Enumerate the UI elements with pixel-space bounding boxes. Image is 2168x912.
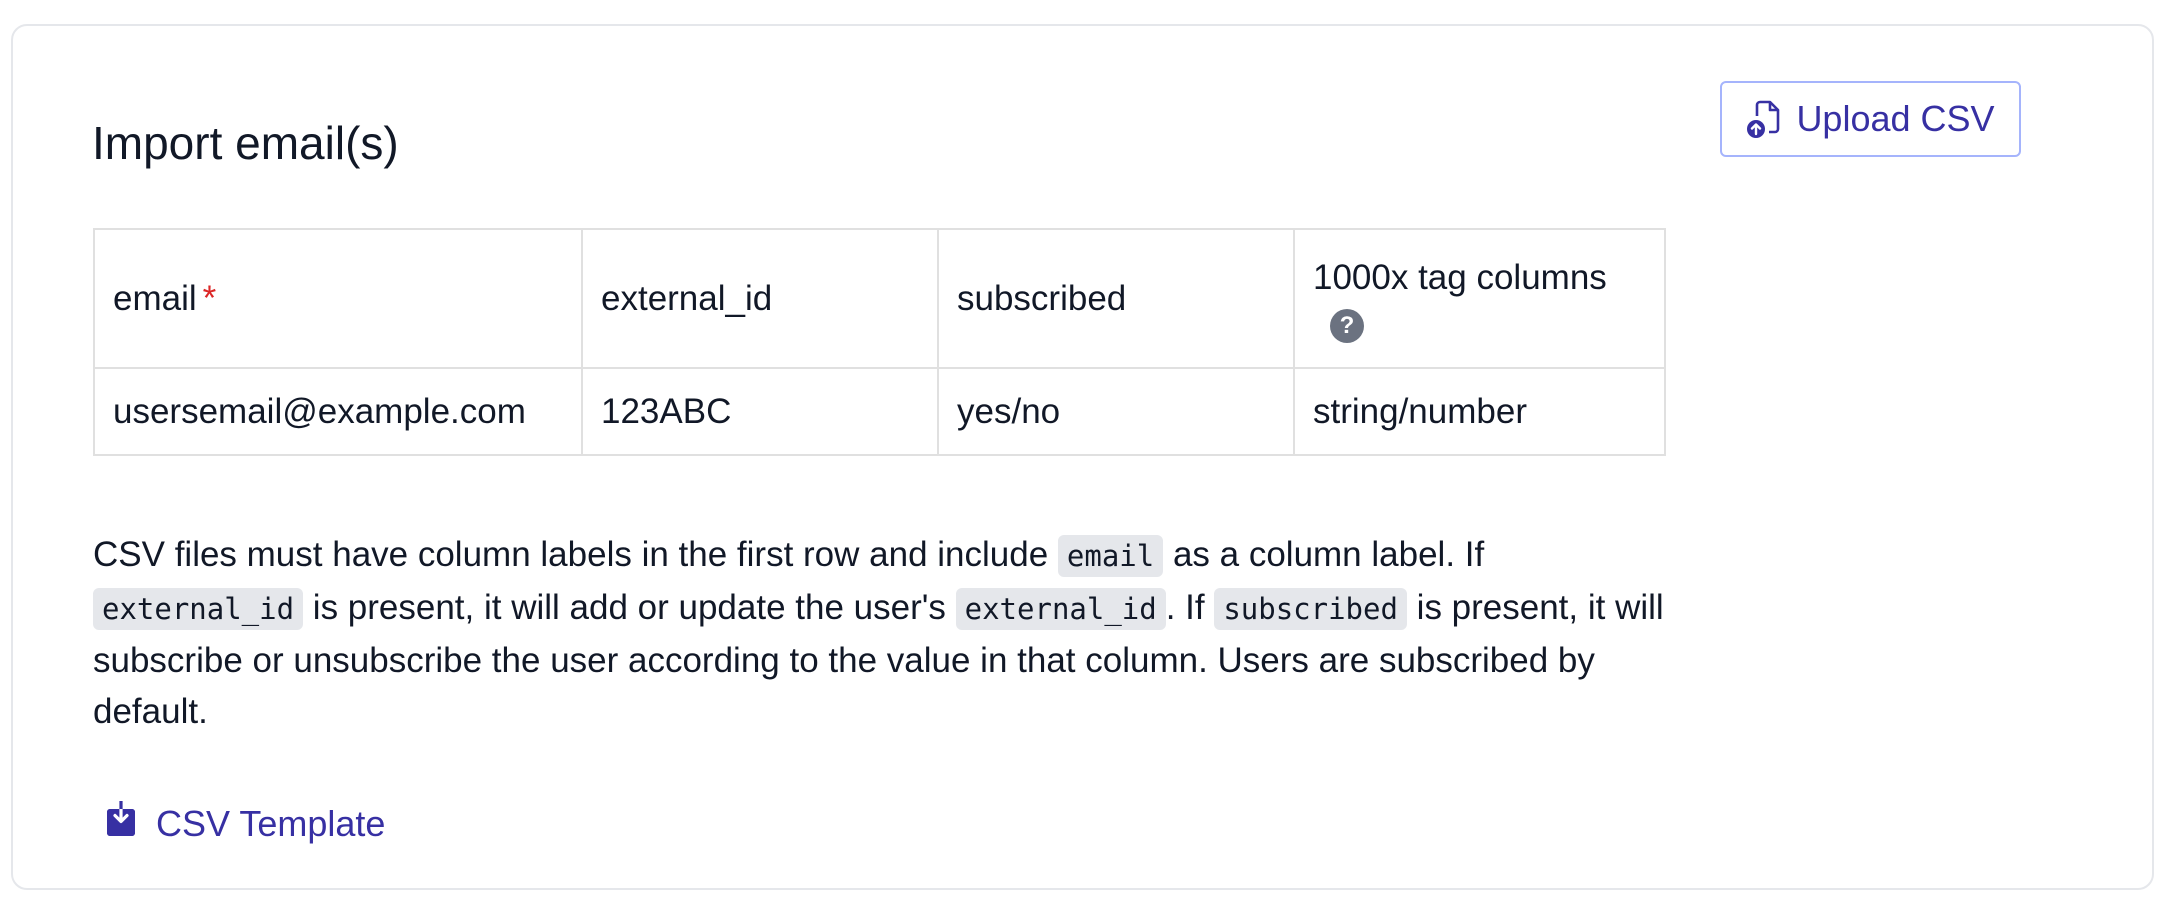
required-marker: * [202, 278, 217, 318]
column-header-label: subscribed [957, 278, 1127, 318]
column-header-email: email * [93, 228, 583, 369]
column-header-external-id: external_id [581, 228, 939, 369]
csv-template-label: CSV Template [156, 802, 386, 844]
column-header-tag-columns: 1000x tag columns ? [1293, 228, 1666, 369]
csv-columns-table: email * external_id subscribed 1000x tag … [93, 228, 1666, 456]
column-header-subscribed: subscribed [937, 228, 1295, 369]
upload-csv-button[interactable]: Upload CSV [1720, 81, 2021, 157]
column-header-label: 1000x tag columns [1313, 258, 1607, 297]
table-row: usersemail@example.com 123ABC yes/no str… [93, 367, 1666, 456]
import-emails-panel: Import email(s) Upload CSV email * extern… [11, 24, 2154, 890]
table-header-row: email * external_id subscribed 1000x tag … [93, 228, 1666, 369]
column-header-label: email [113, 278, 197, 318]
inline-code: external_id [955, 588, 1166, 630]
file-upload-icon [1746, 99, 1782, 139]
panel-title: Import email(s) [92, 117, 399, 169]
instructions-text: . If [1165, 588, 1215, 627]
column-header-label: external_id [601, 278, 773, 318]
download-icon [104, 801, 138, 846]
table-cell: usersemail@example.com [93, 367, 583, 456]
table-cell: yes/no [937, 367, 1295, 456]
help-icon[interactable]: ? [1330, 309, 1364, 343]
table-cell: 123ABC [581, 367, 939, 456]
inline-code: email [1057, 535, 1164, 577]
instructions-text: is present, it will add or update the us… [303, 588, 956, 627]
instructions-text: as a column label. If [1163, 535, 1485, 574]
inline-code: subscribed [1214, 588, 1407, 630]
table-cell: string/number [1293, 367, 1666, 456]
import-instructions: CSV files must have column labels in the… [93, 529, 1693, 737]
instructions-text: CSV files must have column labels in the… [93, 535, 1058, 574]
csv-template-link[interactable]: CSV Template [104, 801, 385, 846]
upload-csv-label: Upload CSV [1796, 98, 1995, 139]
inline-code: external_id [93, 588, 304, 630]
